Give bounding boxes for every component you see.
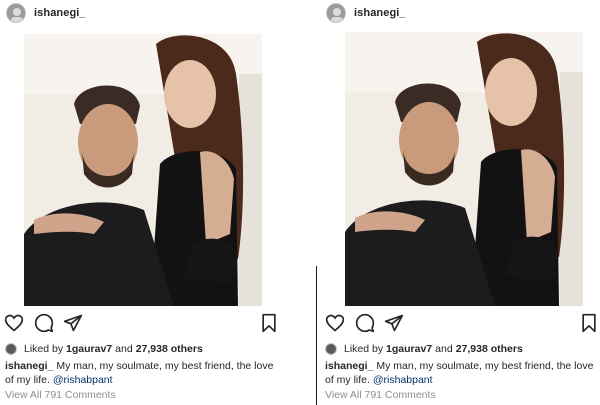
comment-icon (355, 313, 375, 333)
post-photo[interactable] (345, 32, 583, 306)
save-button[interactable] (258, 312, 280, 334)
bookmark-icon (262, 313, 276, 333)
like-count[interactable]: 27,938 others (136, 343, 203, 355)
save-button[interactable] (578, 312, 600, 334)
liked-by-user[interactable]: 1gaurav7 (386, 343, 432, 355)
instagram-post-right: ishanegi_ Liked by 1gaurav7 and 27,938 o… (320, 0, 600, 405)
liker-avatar (5, 343, 17, 355)
share-icon (384, 314, 404, 332)
separator-line (316, 266, 317, 405)
post-photo[interactable] (24, 34, 262, 306)
likes-row: Liked by 1gaurav7 and 27,938 others (325, 343, 523, 355)
liked-by-joiner: and (115, 343, 133, 355)
post-header: ishanegi_ (0, 0, 282, 26)
share-button[interactable] (62, 312, 84, 334)
bookmark-icon (582, 313, 596, 333)
heart-icon (325, 314, 345, 332)
caption-username[interactable]: ishanegi_ (325, 360, 373, 372)
post-caption: ishanegi_ My man, my soulmate, my best f… (5, 359, 277, 387)
post-caption: ishanegi_ My man, my soulmate, my best f… (325, 359, 597, 387)
likes-row: Liked by 1gaurav7 and 27,938 others (5, 343, 203, 355)
comment-button[interactable] (33, 312, 55, 334)
caption-username[interactable]: ishanegi_ (5, 360, 53, 372)
post-username[interactable]: ishanegi_ (34, 7, 86, 19)
avatar[interactable] (326, 3, 346, 23)
share-button[interactable] (383, 312, 405, 334)
avatar[interactable] (6, 3, 26, 23)
view-comments-link[interactable]: View All 791 Comments (325, 389, 436, 401)
heart-icon (4, 314, 24, 332)
caption-mention[interactable]: @rishabpant (373, 374, 433, 386)
share-icon (63, 314, 83, 332)
comment-icon (34, 313, 54, 333)
like-button[interactable] (3, 312, 25, 334)
like-button[interactable] (324, 312, 346, 334)
liked-by-joiner: and (435, 343, 453, 355)
post-username[interactable]: ishanegi_ (354, 7, 406, 19)
liked-by-prefix: Liked by (344, 343, 384, 355)
liker-avatar (325, 343, 337, 355)
like-count[interactable]: 27,938 others (456, 343, 523, 355)
comment-button[interactable] (354, 312, 376, 334)
caption-mention[interactable]: @rishabpant (53, 374, 113, 386)
instagram-post-left: ishanegi_ Liked by 1gaurav7 and 27,938 o… (0, 0, 282, 405)
liked-by-user[interactable]: 1gaurav7 (66, 343, 112, 355)
view-comments-link[interactable]: View All 791 Comments (5, 389, 116, 401)
post-header: ishanegi_ (320, 0, 600, 26)
liked-by-prefix: Liked by (24, 343, 64, 355)
post-actions (0, 312, 282, 336)
post-actions (320, 312, 600, 336)
